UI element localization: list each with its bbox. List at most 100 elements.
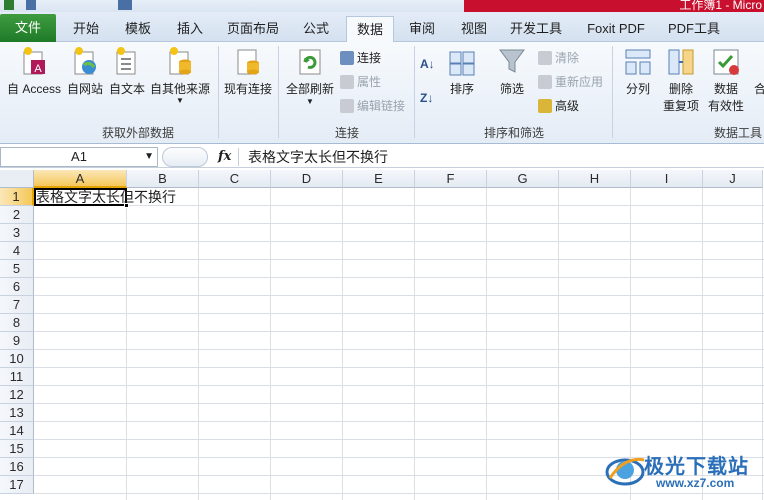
link-icon <box>340 99 354 113</box>
column-header-d[interactable]: D <box>271 170 343 188</box>
formula-expand-control[interactable] <box>162 147 208 167</box>
row-header-13[interactable]: 13 <box>0 404 34 422</box>
row-gridline <box>34 421 764 422</box>
properties-button[interactable]: 属性 <box>340 72 381 92</box>
column-gridline <box>126 188 127 500</box>
tab-developer[interactable]: 开发工具 <box>504 16 568 42</box>
properties-label: 属性 <box>357 75 382 89</box>
row-header-11[interactable]: 11 <box>0 368 34 386</box>
group-label-sort-filter: 排序和筛选 <box>483 126 544 140</box>
sort-ascending-icon[interactable]: A↓ <box>420 54 435 74</box>
tab-data[interactable]: 数据 <box>346 16 394 43</box>
ribbon-tabs: 文件 开始 模板 插入 页面布局 公式 数据 审阅 视图 开发工具 Foxit … <box>0 12 764 43</box>
advanced-label: 高级 <box>555 99 580 113</box>
filter-button[interactable]: 筛选 <box>494 46 530 97</box>
data-validation-label-1: 数据 <box>713 82 738 96</box>
tab-file[interactable]: 文件 <box>0 14 56 42</box>
row-header-6[interactable]: 6 <box>0 278 34 296</box>
column-header-h[interactable]: H <box>559 170 631 188</box>
refresh-all-button[interactable]: 全部刷新 ▼ <box>282 46 338 107</box>
consolidate-icon <box>753 46 764 76</box>
column-header-i[interactable]: I <box>631 170 703 188</box>
data-validation-button[interactable]: 数据 有效性 <box>704 46 748 114</box>
tab-home[interactable]: 开始 <box>64 16 108 42</box>
column-gridline <box>342 188 343 500</box>
row-header-17[interactable]: 17 <box>0 476 34 494</box>
chevron-down-icon[interactable]: ▼ <box>144 148 154 166</box>
column-header-j[interactable]: J <box>703 170 763 188</box>
clear-button[interactable]: 清除 <box>538 48 579 68</box>
consolidate-label: 合 <box>753 82 764 96</box>
sort-descending-icon[interactable]: Z↓ <box>420 88 433 108</box>
consolidate-button[interactable]: 合 <box>750 46 764 97</box>
column-header-a[interactable]: A <box>34 170 127 188</box>
existing-connections-button[interactable]: 现有连接 <box>220 46 276 97</box>
tab-formulas[interactable]: 公式 <box>294 16 338 42</box>
row-gridline <box>34 403 764 404</box>
ribbon-body: A 自 Access 自网站 自文本 自其他来源 ▼ 现有连接 获取外部数据 全 <box>0 42 764 144</box>
filter-label: 筛选 <box>499 82 524 96</box>
column-header-c[interactable]: C <box>199 170 271 188</box>
remove-duplicates-button[interactable]: 删除 重复项 <box>660 46 702 114</box>
row-header-7[interactable]: 7 <box>0 296 34 314</box>
column-header-g[interactable]: G <box>487 170 559 188</box>
row-header-5[interactable]: 5 <box>0 260 34 278</box>
insert-function-icon[interactable]: fx <box>218 147 231 167</box>
data-validation-label-2: 有效性 <box>707 99 744 113</box>
row-header-12[interactable]: 12 <box>0 386 34 404</box>
reapply-label: 重新应用 <box>555 75 604 89</box>
sort-icon <box>448 46 476 76</box>
sort-button[interactable]: 排序 <box>444 46 480 97</box>
column-header-b[interactable]: B <box>127 170 199 188</box>
name-box[interactable]: A1 ▼ <box>0 147 158 167</box>
cell-a1-text: 表格文字太长但不换行 <box>36 188 176 206</box>
tab-template[interactable]: 模板 <box>116 16 160 42</box>
from-access-label: 自 Access <box>6 82 61 96</box>
column-header-f[interactable]: F <box>415 170 487 188</box>
text-to-columns-button[interactable]: 分列 <box>618 46 658 97</box>
connections-button[interactable]: 连接 <box>340 48 381 68</box>
formula-input[interactable]: 表格文字太长但不换行 <box>248 146 388 168</box>
row-header-14[interactable]: 14 <box>0 422 34 440</box>
row-gridline <box>34 313 764 314</box>
row-gridline <box>34 331 764 332</box>
edit-links-label: 编辑链接 <box>357 99 406 113</box>
row-gridline <box>34 223 764 224</box>
row-header-10[interactable]: 10 <box>0 350 34 368</box>
column-header-e[interactable]: E <box>343 170 415 188</box>
tab-insert[interactable]: 插入 <box>168 16 212 42</box>
formula-bar: A1 ▼ fx 表格文字太长但不换行 <box>0 146 764 168</box>
tab-view[interactable]: 视图 <box>452 16 496 42</box>
save-icon[interactable] <box>26 0 36 10</box>
column-gridline <box>486 188 487 500</box>
row-header-8[interactable]: 8 <box>0 314 34 332</box>
row-header-4[interactable]: 4 <box>0 242 34 260</box>
row-header-9[interactable]: 9 <box>0 332 34 350</box>
group-label-external-data: 获取外部数据 <box>101 126 174 140</box>
column-gridline <box>414 188 415 500</box>
filter-icon <box>498 46 526 76</box>
watermark-url: www.xz7.com <box>656 476 735 490</box>
tab-page-layout[interactable]: 页面布局 <box>222 16 284 42</box>
row-header-3[interactable]: 3 <box>0 224 34 242</box>
advanced-filter-button[interactable]: 高级 <box>538 96 579 116</box>
from-other-sources-button[interactable]: 自其他来源 ▼ <box>148 46 212 105</box>
from-text-button[interactable]: 自文本 <box>106 46 148 97</box>
row-gridline <box>34 277 764 278</box>
tab-review[interactable]: 审阅 <box>400 16 444 42</box>
name-box-value: A1 <box>71 149 87 164</box>
row-header-1[interactable]: 1 <box>0 188 34 206</box>
edit-links-button[interactable]: 编辑链接 <box>340 96 405 116</box>
tab-pdf-tools[interactable]: PDF工具 <box>662 16 726 42</box>
quick-access-icon[interactable] <box>118 0 132 10</box>
column-gridline <box>558 188 559 500</box>
from-access-button[interactable]: A 自 Access <box>2 46 66 97</box>
row-header-2[interactable]: 2 <box>0 206 34 224</box>
reapply-button[interactable]: 重新应用 <box>538 72 603 92</box>
clear-label: 清除 <box>555 51 580 65</box>
row-header-15[interactable]: 15 <box>0 440 34 458</box>
row-header-16[interactable]: 16 <box>0 458 34 476</box>
from-web-button[interactable]: 自网站 <box>64 46 106 97</box>
tab-foxit-pdf[interactable]: Foxit PDF <box>580 16 652 42</box>
select-all-corner[interactable] <box>0 170 34 188</box>
